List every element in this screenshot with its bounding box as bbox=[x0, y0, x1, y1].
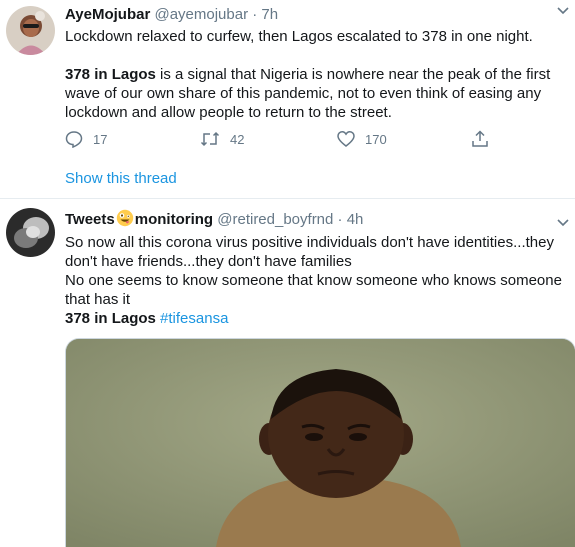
user-handle[interactable]: @retired_boyfrnd bbox=[217, 211, 333, 228]
retweet-button[interactable]: 42 bbox=[200, 130, 244, 148]
tweet-paragraph: 378 in Lagos is a signal that Nigeria is… bbox=[65, 65, 570, 122]
share-button[interactable] bbox=[471, 130, 489, 148]
tweet-text: So now all this corona virus positive in… bbox=[65, 233, 570, 328]
tweet-line-tags: 378 in Lagos #tifesansa bbox=[65, 309, 570, 328]
reply-button[interactable]: 17 bbox=[65, 130, 107, 148]
avatar-image bbox=[6, 208, 55, 257]
bold-lead: 378 in Lagos bbox=[65, 310, 156, 327]
tweet-line: Lockdown relaxed to curfew, then Lagos e… bbox=[65, 28, 533, 45]
tweet-line: No one seems to know someone that know s… bbox=[65, 272, 562, 308]
display-name[interactable]: AyeMojubar bbox=[65, 6, 150, 23]
reply-count: 17 bbox=[93, 131, 108, 147]
tweet-header: AyeMojubar @ayemojubar · 7h bbox=[65, 5, 278, 25]
show-thread-row: Show this thread bbox=[0, 162, 575, 199]
tweet-line: So now all this corona virus positive in… bbox=[65, 234, 554, 270]
timestamp[interactable]: 7h bbox=[261, 6, 278, 23]
like-count: 170 bbox=[365, 131, 387, 147]
tweet-header: Tweets monitoring @retired_boyfrnd · 4h bbox=[65, 209, 363, 230]
reply-icon bbox=[65, 131, 83, 148]
separator: · bbox=[252, 6, 258, 23]
tweet-actions: 17 42 170 bbox=[65, 130, 515, 154]
hashtag-link[interactable]: #tifesansa bbox=[160, 310, 228, 327]
zany-face-emoji-icon bbox=[116, 209, 133, 227]
display-name[interactable]: Tweets monitoring bbox=[65, 209, 214, 228]
timestamp[interactable]: 4h bbox=[347, 211, 364, 228]
tweet-ayemojubar[interactable]: AyeMojubar @ayemojubar · 7h Lockdown rel… bbox=[0, 0, 575, 162]
chevron-down-icon[interactable] bbox=[557, 4, 569, 18]
display-name-part: monitoring bbox=[134, 211, 214, 228]
show-thread-link[interactable]: Show this thread bbox=[65, 170, 177, 187]
retweet-count: 42 bbox=[230, 131, 245, 147]
chevron-down-icon[interactable] bbox=[557, 216, 569, 230]
boy-photo bbox=[66, 339, 575, 547]
bold-lead: 378 in Lagos bbox=[65, 66, 156, 83]
tweet-text: Lockdown relaxed to curfew, then Lagos e… bbox=[65, 27, 570, 122]
avatar[interactable] bbox=[6, 6, 55, 55]
like-button[interactable]: 170 bbox=[337, 130, 387, 148]
display-name-part: Tweets bbox=[65, 211, 115, 228]
separator: · bbox=[337, 211, 343, 228]
avatar[interactable] bbox=[6, 208, 55, 257]
avatar-image bbox=[6, 6, 55, 55]
share-icon bbox=[472, 130, 488, 147]
heart-icon bbox=[337, 131, 355, 147]
retweet-icon bbox=[200, 131, 220, 147]
tweet-media-image[interactable] bbox=[65, 338, 575, 547]
user-handle[interactable]: @ayemojubar bbox=[154, 6, 248, 23]
